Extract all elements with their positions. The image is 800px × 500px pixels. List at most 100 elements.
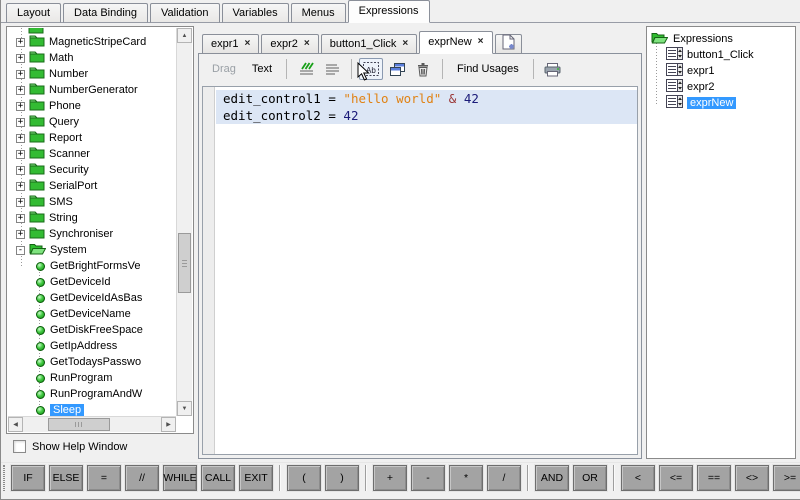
- expand-icon[interactable]: +: [16, 38, 25, 47]
- operator-button-if[interactable]: IF: [11, 465, 45, 491]
- copy-icon[interactable]: [385, 58, 409, 80]
- operator-button--[interactable]: (: [287, 465, 321, 491]
- operator-button-or[interactable]: OR: [573, 465, 607, 491]
- operator-button-exit[interactable]: EXIT: [239, 465, 273, 491]
- print-icon[interactable]: [541, 58, 565, 80]
- expand-icon[interactable]: +: [16, 166, 25, 175]
- expand-icon[interactable]: +: [16, 230, 25, 239]
- expand-icon[interactable]: +: [16, 182, 25, 191]
- operator-button--[interactable]: <: [621, 465, 655, 491]
- label-icon[interactable]: Ab: [359, 58, 383, 80]
- expand-icon[interactable]: +: [16, 102, 25, 111]
- delete-icon[interactable]: [411, 58, 435, 80]
- tree-function-sleep[interactable]: Sleep: [8, 402, 176, 416]
- tree-function-runprogramandw[interactable]: RunProgramAndW: [8, 386, 176, 402]
- expression-item-button1-click[interactable]: button1_Click: [647, 47, 795, 63]
- vertical-scrollbar[interactable]: ▲ ▼: [176, 28, 192, 416]
- editor-tab-expr1[interactable]: expr1×: [202, 34, 259, 54]
- tab-variables[interactable]: Variables: [222, 3, 289, 23]
- tree-folder-query[interactable]: +Query: [8, 114, 176, 130]
- expand-icon[interactable]: +: [16, 150, 25, 159]
- tab-expressions[interactable]: Expressions: [348, 0, 430, 23]
- close-icon[interactable]: ×: [304, 39, 310, 49]
- scroll-left-button[interactable]: ◀: [8, 417, 23, 432]
- tree-function-runprogram[interactable]: RunProgram: [8, 370, 176, 386]
- expression-item-expr2[interactable]: expr2: [647, 79, 795, 95]
- close-icon[interactable]: ×: [478, 37, 484, 47]
- tree-folder-math[interactable]: +Math: [8, 50, 176, 66]
- operator-button--[interactable]: //: [125, 465, 159, 491]
- editor-tab-button1-click[interactable]: button1_Click×: [321, 34, 418, 54]
- tree-folder-numbergenerator[interactable]: +NumberGenerator: [8, 82, 176, 98]
- operator-button--[interactable]: <>: [735, 465, 769, 491]
- tree-folder-scanner[interactable]: +Scanner: [8, 146, 176, 162]
- tree-folder-security[interactable]: +Security: [8, 162, 176, 178]
- horizontal-scrollbar[interactable]: ◀ ▶: [8, 416, 176, 432]
- operator-button-call[interactable]: CALL: [201, 465, 235, 491]
- tree-folder-string[interactable]: +String: [8, 210, 176, 226]
- operator-button--[interactable]: <=: [659, 465, 693, 491]
- editor-tab-expr2[interactable]: expr2×: [261, 34, 318, 54]
- expression-item-exprnew[interactable]: exprNew: [647, 95, 795, 111]
- tree-function-getdevicename[interactable]: GetDeviceName: [8, 306, 176, 322]
- tree-folder-phone[interactable]: +Phone: [8, 98, 176, 114]
- operator-button--[interactable]: ==: [697, 465, 731, 491]
- scroll-down-button[interactable]: ▼: [177, 401, 192, 416]
- comment-icon[interactable]: [294, 58, 318, 80]
- find-usages-button[interactable]: Find Usages: [450, 61, 526, 77]
- drag-mode-button[interactable]: Drag: [205, 61, 243, 77]
- expand-icon[interactable]: +: [16, 134, 25, 143]
- expand-icon[interactable]: +: [16, 54, 25, 63]
- tree-folder-sms[interactable]: +SMS: [8, 194, 176, 210]
- operator-button--[interactable]: >=: [773, 465, 800, 491]
- tree-function-getipaddress[interactable]: GetIpAddress: [8, 338, 176, 354]
- tree-folder-serialport[interactable]: +SerialPort: [8, 178, 176, 194]
- tree-function-gettodayspasswo[interactable]: GetTodaysPasswo: [8, 354, 176, 370]
- tree-folder-system[interactable]: -System: [8, 242, 176, 258]
- operator-button--[interactable]: *: [449, 465, 483, 491]
- operator-button-while[interactable]: WHILE: [163, 465, 197, 491]
- code-editor[interactable]: edit_control1 = "hello world" & 42edit_c…: [202, 86, 638, 455]
- operator-button-else[interactable]: ELSE: [49, 465, 83, 491]
- expand-icon[interactable]: +: [16, 86, 25, 95]
- expressions-root[interactable]: Expressions: [647, 31, 795, 47]
- tree-folder-magneticstripecard[interactable]: +MagneticStripeCard: [8, 34, 176, 50]
- tab-layout[interactable]: Layout: [6, 3, 61, 23]
- tree-folder-report[interactable]: +Report: [8, 130, 176, 146]
- operator-button--[interactable]: +: [373, 465, 407, 491]
- tree-folder-number[interactable]: +Number: [8, 66, 176, 82]
- collapse-icon[interactable]: -: [16, 246, 25, 255]
- expand-icon[interactable]: +: [16, 118, 25, 127]
- vertical-scroll-thumb[interactable]: [178, 233, 191, 293]
- horizontal-scroll-thumb[interactable]: [48, 418, 110, 431]
- operator-button--[interactable]: /: [487, 465, 521, 491]
- tree-function-getdeviceid[interactable]: GetDeviceId: [8, 274, 176, 290]
- tree-folder-synchroniser[interactable]: +Synchroniser: [8, 226, 176, 242]
- tab-data-binding[interactable]: Data Binding: [63, 3, 148, 23]
- tab-validation[interactable]: Validation: [150, 3, 220, 23]
- text-mode-button[interactable]: Text: [245, 61, 279, 77]
- uncomment-icon[interactable]: [320, 58, 344, 80]
- operator-button--[interactable]: =: [87, 465, 121, 491]
- operator-button-and[interactable]: AND: [535, 465, 569, 491]
- close-icon[interactable]: ×: [245, 39, 251, 49]
- expressions-tree[interactable]: Expressionsbutton1_Clickexpr1expr2exprNe…: [647, 27, 795, 111]
- operator-button--[interactable]: -: [411, 465, 445, 491]
- operator-button--[interactable]: ): [325, 465, 359, 491]
- toolbar-gripper[interactable]: [3, 465, 5, 491]
- scroll-up-button[interactable]: ▲: [177, 28, 192, 43]
- tree-function-getbrightformsve[interactable]: GetBrightFormsVe: [8, 258, 176, 274]
- expand-icon[interactable]: +: [16, 70, 25, 79]
- close-icon[interactable]: ×: [402, 39, 408, 49]
- new-expression-tab[interactable]: [495, 34, 522, 54]
- tree-function-getdeviceidasbas[interactable]: GetDeviceIdAsBas: [8, 290, 176, 306]
- tab-menus[interactable]: Menus: [291, 3, 346, 23]
- tree-function-getdiskfreespace[interactable]: GetDiskFreeSpace: [8, 322, 176, 338]
- scroll-right-button[interactable]: ▶: [161, 417, 176, 432]
- show-help-checkbox[interactable]: [13, 440, 26, 453]
- editor-tab-exprnew[interactable]: exprNew×: [419, 31, 492, 54]
- expand-icon[interactable]: +: [16, 198, 25, 207]
- expand-icon[interactable]: +: [16, 214, 25, 223]
- function-tree[interactable]: +MagneticStripeCard+Math+Number+NumberGe…: [8, 28, 176, 416]
- expression-item-expr1[interactable]: expr1: [647, 63, 795, 79]
